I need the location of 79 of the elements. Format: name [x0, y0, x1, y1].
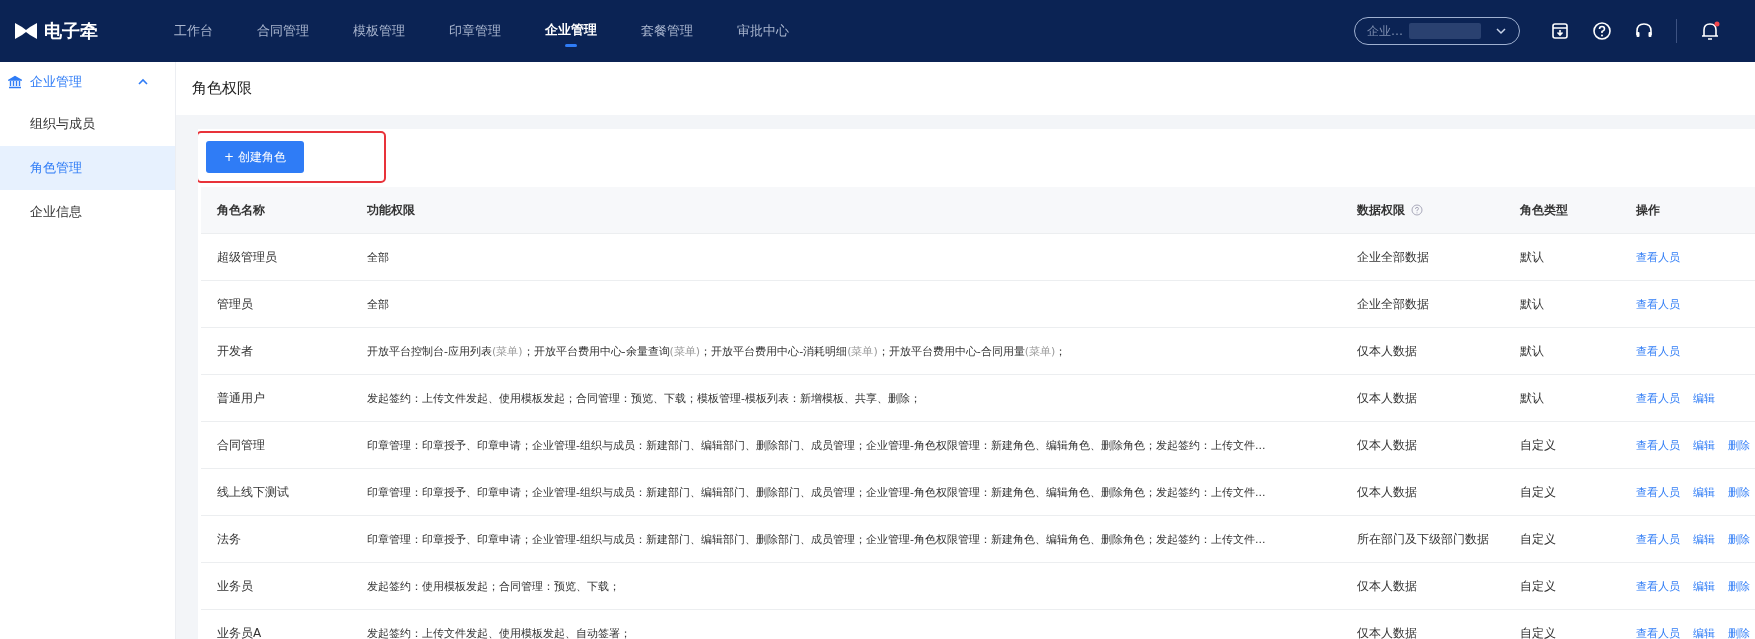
data-scope: 企业全部数据	[1357, 295, 1429, 313]
action-link[interactable]: 查看人员	[1636, 578, 1680, 594]
nav-tab[interactable]: 印章管理	[427, 0, 523, 62]
role-name: 超级管理员	[217, 248, 277, 266]
action-link[interactable]: 查看人员	[1636, 343, 1680, 359]
role-type: 自定义	[1520, 577, 1556, 595]
nav-tab[interactable]: 审批中心	[715, 0, 811, 62]
action-link[interactable]: 查看人员	[1636, 296, 1680, 312]
permission-text: 印章管理：印章授予、印章申请；企业管理-组织与成员：新建部门、编辑部门、删除部门、成员管理；企业管理-角色权限管理：新建角色、编辑角色、删除角色；发起签约：上传文件...	[367, 437, 1266, 453]
action-link[interactable]: 编辑	[1693, 625, 1715, 639]
bell-icon[interactable]	[1699, 20, 1721, 42]
logo-icon	[14, 22, 38, 40]
column-header: 功能权限	[367, 201, 415, 219]
data-scope: 仅本人数据	[1357, 389, 1417, 407]
column-header: 数据权限	[1357, 201, 1405, 219]
role-name: 业务员A	[217, 624, 262, 639]
action-link[interactable]: 删除	[1728, 531, 1750, 547]
action-link[interactable]: 查看人员	[1636, 625, 1680, 639]
nav-tab[interactable]: 合同管理	[235, 0, 331, 62]
action-link[interactable]: 删除	[1728, 484, 1750, 500]
permission-text: 全部	[367, 249, 389, 265]
role-name: 合同管理	[217, 436, 265, 454]
data-scope: 仅本人数据	[1357, 342, 1417, 360]
action-link[interactable]: 编辑	[1693, 390, 1715, 406]
action-link[interactable]: 查看人员	[1636, 437, 1680, 453]
data-scope: 仅本人数据	[1357, 624, 1417, 639]
role-name: 业务员	[217, 577, 253, 595]
role-name: 普通用户	[217, 389, 265, 407]
permission-text: 发起签约：上传文件发起、使用模板发起；合同管理：预览、下载；模板管理-模板列表：新增模板、共享、删除；	[367, 390, 921, 406]
permission-text: 发起签约：上传文件发起、使用模板发起、自动签署；	[367, 625, 631, 639]
nav-tab[interactable]: 模板管理	[331, 0, 427, 62]
action-link[interactable]: 查看人员	[1636, 484, 1680, 500]
action-link[interactable]: 编辑	[1693, 484, 1715, 500]
sidebar-group[interactable]: 企业管理	[0, 62, 175, 102]
role-type: 默认	[1520, 248, 1544, 266]
create-role-button[interactable]: + 创建角色	[206, 141, 304, 173]
permission-text: 全部	[367, 296, 389, 312]
permission-text: 印章管理：印章授予、印章申请；企业管理-组织与成员：新建部门、编辑部门、删除部门、成员管理；企业管理-角色权限管理：新建角色、编辑角色、删除角色；发起签约：上传文件...	[367, 531, 1266, 547]
sidebar-item[interactable]: 企业信息	[0, 190, 175, 234]
role-type: 自定义	[1520, 624, 1556, 639]
role-type: 自定义	[1520, 530, 1556, 548]
role-type: 自定义	[1520, 483, 1556, 501]
brand-name: 电子牵	[44, 19, 98, 43]
role-name: 管理员	[217, 295, 253, 313]
column-header: 角色名称	[217, 201, 265, 219]
data-scope: 企业全部数据	[1357, 248, 1429, 266]
action-link[interactable]: 编辑	[1693, 578, 1715, 594]
permission-text: 印章管理：印章授予、印章申请；企业管理-组织与成员：新建部门、编辑部门、删除部门、成员管理；企业管理-角色权限管理：新建角色、编辑角色、删除角色；发起签约：上传文件...	[367, 484, 1266, 500]
role-type: 默认	[1520, 389, 1544, 407]
role-type: 默认	[1520, 342, 1544, 360]
action-link[interactable]: 编辑	[1693, 531, 1715, 547]
sidebar-item[interactable]: 组织与成员	[0, 102, 175, 146]
sidebar-item[interactable]: 角色管理	[0, 146, 175, 190]
nav-tab[interactable]: 套餐管理	[619, 0, 715, 62]
action-link[interactable]: 删除	[1728, 625, 1750, 639]
bank-icon	[8, 75, 22, 89]
action-link[interactable]: 删除	[1728, 437, 1750, 453]
nav-tab[interactable]: 工作台	[152, 0, 235, 62]
action-link[interactable]: 编辑	[1693, 437, 1715, 453]
role-name: 开发者	[217, 342, 253, 360]
download-icon[interactable]	[1550, 21, 1570, 41]
column-header: 角色类型	[1520, 201, 1568, 219]
role-type: 默认	[1520, 295, 1544, 313]
role-type: 自定义	[1520, 436, 1556, 454]
data-scope: 仅本人数据	[1357, 483, 1417, 501]
action-link[interactable]: 查看人员	[1636, 390, 1680, 406]
data-scope: 仅本人数据	[1357, 436, 1417, 454]
permission-text: 发起签约：使用模板发起；合同管理：预览、下载；	[367, 578, 620, 594]
action-link[interactable]: 删除	[1728, 578, 1750, 594]
page-title: 角色权限	[192, 79, 252, 98]
data-scope: 仅本人数据	[1357, 577, 1417, 595]
role-name: 线上线下测试	[217, 483, 289, 501]
column-header: 操作	[1636, 201, 1660, 219]
permission-text: 开放平台控制台-应用列表(菜单)；开放平台费用中心-余量查询(菜单)；开放平台费用中心-消耗明细(菜单)；开放平台费用中心-合同用量(菜单)；	[367, 343, 1067, 359]
chevron-down-icon	[1495, 25, 1507, 37]
action-link[interactable]: 查看人员	[1636, 249, 1680, 265]
role-name: 法务	[217, 530, 241, 548]
action-link[interactable]: 查看人员	[1636, 531, 1680, 547]
data-scope: 所在部门及下级部门数据	[1357, 530, 1489, 548]
